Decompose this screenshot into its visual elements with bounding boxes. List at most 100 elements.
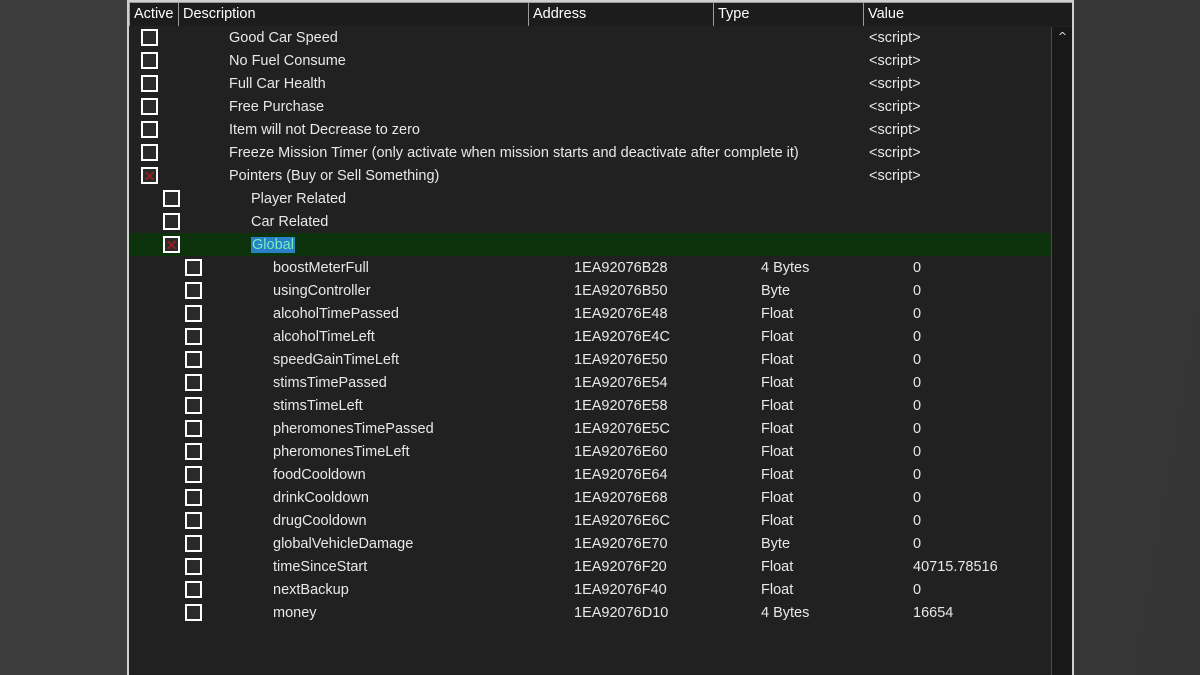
row-description[interactable]: usingController: [179, 283, 623, 299]
row-value[interactable]: 0: [911, 375, 1072, 391]
table-row[interactable]: money 1EA92076D10 4 Bytes 16654: [129, 601, 1072, 624]
table-row[interactable]: Global: [129, 233, 1072, 256]
row-value[interactable]: 0: [911, 283, 1072, 299]
row-description[interactable]: alcoholTimeLeft: [179, 329, 623, 345]
row-type[interactable]: Float: [759, 398, 911, 414]
row-value[interactable]: <script>: [867, 145, 1072, 161]
row-type[interactable]: Byte: [759, 536, 911, 552]
checkbox-icon[interactable]: [141, 29, 158, 46]
row-description[interactable]: alcoholTimePassed: [179, 306, 623, 322]
row-type[interactable]: 4 Bytes: [759, 260, 911, 276]
column-header-address[interactable]: Address: [529, 2, 714, 26]
table-row[interactable]: drinkCooldown 1EA92076E68 Float 0: [129, 486, 1072, 509]
column-header-description[interactable]: Description: [179, 2, 529, 26]
row-description[interactable]: nextBackup: [179, 582, 623, 598]
row-description[interactable]: Free Purchase: [179, 99, 579, 115]
row-type[interactable]: Float: [759, 329, 911, 345]
row-description[interactable]: boostMeterFull: [179, 260, 623, 276]
row-description[interactable]: pheromonesTimeLeft: [179, 444, 623, 460]
table-row[interactable]: timeSinceStart 1EA92076F20 Float 40715.7851…: [129, 555, 1072, 578]
table-row[interactable]: alcoholTimePassed 1EA92076E48 Float 0: [129, 302, 1072, 325]
scroll-up-arrow-icon[interactable]: ^: [1052, 27, 1072, 46]
row-type[interactable]: Float: [759, 559, 911, 575]
row-type[interactable]: 4 Bytes: [759, 605, 911, 621]
row-description[interactable]: speedGainTimeLeft: [179, 352, 623, 368]
row-type[interactable]: Float: [759, 513, 911, 529]
row-value[interactable]: 0: [911, 444, 1072, 460]
table-row[interactable]: alcoholTimeLeft 1EA92076E4C Float 0: [129, 325, 1072, 348]
row-type[interactable]: Float: [759, 352, 911, 368]
column-header-type[interactable]: Type: [714, 2, 864, 26]
row-value[interactable]: 0: [911, 352, 1072, 368]
row-description[interactable]: Car Related: [179, 214, 601, 230]
table-row[interactable]: boostMeterFull 1EA92076B28 4 Bytes 0: [129, 256, 1072, 279]
row-value[interactable]: <script>: [867, 122, 1072, 138]
row-value[interactable]: 0: [911, 582, 1072, 598]
row-description[interactable]: No Fuel Consume: [179, 53, 579, 69]
row-type[interactable]: Float: [759, 444, 911, 460]
vertical-scrollbar[interactable]: ^: [1051, 27, 1072, 675]
row-type[interactable]: Float: [759, 421, 911, 437]
checkbox-icon[interactable]: [141, 98, 158, 115]
column-header-value[interactable]: Value: [864, 2, 1072, 26]
row-description[interactable]: timeSinceStart: [179, 559, 623, 575]
table-row[interactable]: usingController 1EA92076B50 Byte 0: [129, 279, 1072, 302]
row-value[interactable]: 0: [911, 513, 1072, 529]
row-description[interactable]: drugCooldown: [179, 513, 623, 529]
row-description[interactable]: Freeze Mission Timer (only activate when…: [179, 145, 799, 161]
row-value[interactable]: <script>: [867, 99, 1072, 115]
row-description[interactable]: stimsTimeLeft: [179, 398, 623, 414]
checkbox-checked-icon[interactable]: [163, 236, 180, 253]
table-row[interactable]: stimsTimePassed 1EA92076E54 Float 0: [129, 371, 1072, 394]
table-row[interactable]: speedGainTimeLeft 1EA92076E50 Float 0: [129, 348, 1072, 371]
row-type[interactable]: Float: [759, 306, 911, 322]
row-description[interactable]: money: [179, 605, 623, 621]
checkbox-icon[interactable]: [141, 144, 158, 161]
row-value[interactable]: <script>: [867, 53, 1072, 69]
row-value[interactable]: <script>: [867, 76, 1072, 92]
row-description[interactable]: Global: [179, 236, 601, 253]
row-description[interactable]: pheromonesTimePassed: [179, 421, 623, 437]
checkbox-checked-icon[interactable]: [141, 167, 158, 184]
row-description[interactable]: Good Car Speed: [179, 30, 579, 46]
row-value[interactable]: <script>: [867, 30, 1072, 46]
row-value[interactable]: <script>: [867, 168, 1072, 184]
row-type[interactable]: Float: [759, 582, 911, 598]
row-value[interactable]: 40715.78516: [911, 559, 1072, 575]
row-type[interactable]: Float: [759, 490, 911, 506]
checkbox-icon[interactable]: [163, 213, 180, 230]
row-description[interactable]: Item will not Decrease to zero: [179, 122, 579, 138]
table-row[interactable]: Car Related: [129, 210, 1072, 233]
table-row[interactable]: pheromonesTimeLeft 1EA92076E60 Float 0: [129, 440, 1072, 463]
row-description[interactable]: stimsTimePassed: [179, 375, 623, 391]
row-value[interactable]: 0: [911, 260, 1072, 276]
checkbox-icon[interactable]: [141, 52, 158, 69]
row-type[interactable]: Byte: [759, 283, 911, 299]
table-row[interactable]: stimsTimeLeft 1EA92076E58 Float 0: [129, 394, 1072, 417]
table-row[interactable]: Good Car Speed <script>: [129, 26, 1072, 49]
table-row[interactable]: Full Car Health <script>: [129, 72, 1072, 95]
column-header-active[interactable]: Active: [129, 2, 179, 26]
row-value[interactable]: 0: [911, 329, 1072, 345]
table-row[interactable]: Item will not Decrease to zero <script>: [129, 118, 1072, 141]
checkbox-icon[interactable]: [141, 75, 158, 92]
table-row[interactable]: No Fuel Consume <script>: [129, 49, 1072, 72]
table-row[interactable]: Free Purchase <script>: [129, 95, 1072, 118]
checkbox-icon[interactable]: [163, 190, 180, 207]
row-description[interactable]: drinkCooldown: [179, 490, 623, 506]
table-row[interactable]: Player Related: [129, 187, 1072, 210]
table-row[interactable]: Freeze Mission Timer (only activate when…: [129, 141, 1072, 164]
row-value[interactable]: 0: [911, 490, 1072, 506]
row-description[interactable]: Full Car Health: [179, 76, 579, 92]
checkbox-icon[interactable]: [141, 121, 158, 138]
row-description[interactable]: Pointers (Buy or Sell Something): [179, 168, 579, 184]
row-description[interactable]: globalVehicleDamage: [179, 536, 623, 552]
table-row[interactable]: Pointers (Buy or Sell Something) <script>: [129, 164, 1072, 187]
table-row[interactable]: drugCooldown 1EA92076E6C Float 0: [129, 509, 1072, 532]
table-row[interactable]: globalVehicleDamage 1EA92076E70 Byte 0: [129, 532, 1072, 555]
table-row[interactable]: pheromonesTimePassed 1EA92076E5C Float 0: [129, 417, 1072, 440]
table-row[interactable]: nextBackup 1EA92076F40 Float 0: [129, 578, 1072, 601]
row-value[interactable]: 0: [911, 467, 1072, 483]
row-value[interactable]: 0: [911, 306, 1072, 322]
row-value[interactable]: 0: [911, 421, 1072, 437]
